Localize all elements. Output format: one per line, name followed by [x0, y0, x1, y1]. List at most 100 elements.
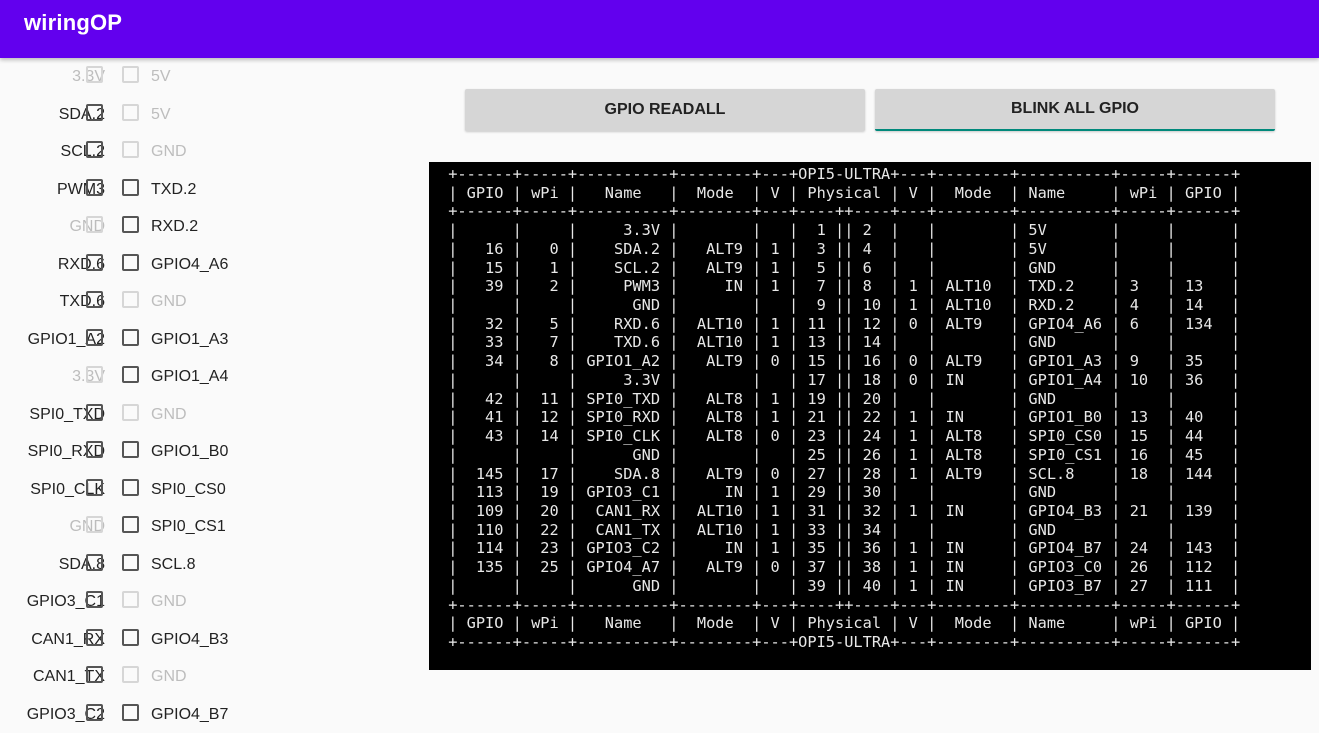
pin-label-right: GPIO4_B7: [151, 706, 228, 724]
pin-row: 3.3V5V: [0, 58, 240, 96]
terminal-line: | 32 | 5 | RXD.6 | ALT10 | 1 | 11 || 12 …: [439, 315, 1240, 333]
terminal-line: | | | GND | | | 9 || 10 | 1 | ALT10 | RX…: [439, 296, 1240, 314]
pin-checkbox-left[interactable]: [86, 179, 103, 196]
pin-checkbox-left: [86, 366, 103, 383]
readall-output-text: +------+-----+----------+--------+---+OP…: [429, 162, 1311, 652]
pin-checkbox-right[interactable]: [122, 554, 139, 571]
terminal-line: | 41 | 12 | SPI0_RXD | ALT8 | 1 | 21 || …: [439, 408, 1240, 426]
pin-checkbox-left[interactable]: [86, 666, 103, 683]
terminal-line: | | | 3.3V | | | 17 || 18 | 0 | IN | GPI…: [439, 371, 1240, 389]
pin-checkbox-right: [122, 404, 139, 421]
pin-label-right: SPI0_CS1: [151, 518, 226, 536]
pin-label-right: SCL.8: [151, 556, 195, 574]
pin-checkbox-right[interactable]: [122, 216, 139, 233]
app-title: wiringOP: [24, 10, 122, 36]
pin-row: 3.3VGPIO1_A4: [0, 358, 240, 396]
app-bar: wiringOP: [0, 0, 1319, 58]
pin-label-right: GND: [151, 293, 187, 311]
terminal-line: +------+-----+----------+--------+---+--…: [439, 596, 1240, 614]
pin-checkbox-right: [122, 666, 139, 683]
terminal-line: | 135 | 25 | GPIO4_A7 | ALT9 | 0 | 37 ||…: [439, 558, 1240, 576]
terminal-line: | GPIO | wPi | Name | Mode | V | Physica…: [439, 614, 1240, 632]
terminal-line: +------+-----+----------+--------+---+OP…: [439, 633, 1240, 651]
pin-checkbox-left: [86, 516, 103, 533]
pin-checkbox-right: [122, 104, 139, 121]
pin-checkbox-right[interactable]: [122, 629, 139, 646]
pin-checkbox-right[interactable]: [122, 366, 139, 383]
pin-checkbox-left: [86, 66, 103, 83]
pin-label-right: GPIO4_B3: [151, 631, 228, 649]
terminal-line: | 114 | 23 | GPIO3_C2 | IN | 1 | 35 || 3…: [439, 539, 1240, 557]
pin-label-right: GND: [151, 143, 187, 161]
terminal-line: | 109 | 20 | CAN1_RX | ALT10 | 1 | 31 ||…: [439, 502, 1240, 520]
terminal-line: | | | GND | | | 25 || 26 | 1 | ALT8 | SP…: [439, 446, 1240, 464]
terminal-line: | 16 | 0 | SDA.2 | ALT9 | 1 | 3 || 4 | |…: [439, 240, 1240, 258]
pin-checkbox-left[interactable]: [86, 629, 103, 646]
pin-row: SDA.25V: [0, 96, 240, 134]
pin-label-right: GPIO1_B0: [151, 443, 228, 461]
pin-checkbox-right: [122, 66, 139, 83]
pin-checkbox-left[interactable]: [86, 441, 103, 458]
pin-checkbox-right[interactable]: [122, 441, 139, 458]
terminal-line: | 145 | 17 | SDA.8 | ALT9 | 0 | 27 || 28…: [439, 465, 1240, 483]
pin-label-right: GPIO1_A4: [151, 368, 228, 386]
terminal-line: | 110 | 22 | CAN1_TX | ALT10 | 1 | 33 ||…: [439, 521, 1240, 539]
terminal-line: +------+-----+----------+--------+---+--…: [439, 202, 1240, 220]
pin-label-right: GND: [151, 593, 187, 611]
pin-label-right: GND: [151, 406, 187, 424]
pin-label-right: GPIO1_A3: [151, 331, 228, 349]
pin-row: GNDRXD.2: [0, 208, 240, 246]
pin-row: SDA.8SCL.8: [0, 546, 240, 584]
pin-checkbox-right: [122, 591, 139, 608]
pin-checkbox-right: [122, 141, 139, 158]
terminal-line: | 43 | 14 | SPI0_CLK | ALT8 | 0 | 23 || …: [439, 427, 1240, 445]
readall-output-terminal: +------+-----+----------+--------+---+OP…: [429, 162, 1311, 670]
terminal-line: | 34 | 8 | GPIO1_A2 | ALT9 | 0 | 15 || 1…: [439, 352, 1240, 370]
pin-row: GNDSPI0_CS1: [0, 508, 240, 546]
pin-checkbox-left[interactable]: [86, 141, 103, 158]
pin-checkbox-left[interactable]: [86, 479, 103, 496]
pin-label-right: TXD.2: [151, 181, 196, 199]
pin-checkbox-left[interactable]: [86, 704, 103, 721]
pin-checkbox-right[interactable]: [122, 329, 139, 346]
terminal-line: | 113 | 19 | GPIO3_C1 | IN | 1 | 29 || 3…: [439, 483, 1240, 501]
pin-checkbox-right[interactable]: [122, 516, 139, 533]
pin-row: PWM3TXD.2: [0, 171, 240, 209]
pin-label-right: GPIO4_A6: [151, 256, 228, 274]
pin-checkbox-left: [86, 216, 103, 233]
terminal-line: | 15 | 1 | SCL.2 | ALT9 | 1 | 5 || 6 | |…: [439, 259, 1240, 277]
pin-label-right: SPI0_CS0: [151, 481, 226, 499]
pin-checkbox-left[interactable]: [86, 591, 103, 608]
pin-row: GPIO1_A2GPIO1_A3: [0, 321, 240, 359]
pin-checkbox-right[interactable]: [122, 254, 139, 271]
pin-checkbox-left[interactable]: [86, 291, 103, 308]
terminal-line: +------+-----+----------+--------+---+OP…: [439, 165, 1240, 183]
pin-checkbox-right[interactable]: [122, 479, 139, 496]
pin-checkbox-list: 3.3V5VSDA.25VSCL.2GNDPWM3TXD.2GNDRXD.2RX…: [0, 58, 240, 733]
pin-row: TXD.6GND: [0, 283, 240, 321]
pin-checkbox-left[interactable]: [86, 254, 103, 271]
pin-checkbox-right[interactable]: [122, 179, 139, 196]
pin-row: SPI0_RXDGPIO1_B0: [0, 433, 240, 471]
pin-row: CAN1_TXGND: [0, 658, 240, 696]
pin-row: SPI0_TXDGND: [0, 396, 240, 434]
pin-row: GPIO3_C1GND: [0, 583, 240, 621]
gpio-readall-button[interactable]: GPIO READALL: [465, 89, 865, 131]
pin-label-right: RXD.2: [151, 218, 198, 236]
pin-row: GPIO3_C2GPIO4_B7: [0, 696, 240, 733]
terminal-line: | 33 | 7 | TXD.6 | ALT10 | 1 | 13 || 14 …: [439, 333, 1240, 351]
pin-checkbox-left[interactable]: [86, 104, 103, 121]
pin-checkbox-left[interactable]: [86, 329, 103, 346]
pin-row: SPI0_CLKSPI0_CS0: [0, 471, 240, 509]
terminal-line: | GPIO | wPi | Name | Mode | V | Physica…: [439, 184, 1240, 202]
pin-checkbox-right[interactable]: [122, 704, 139, 721]
pin-label-right: 5V: [151, 68, 171, 86]
pin-row: CAN1_RXGPIO4_B3: [0, 621, 240, 659]
blink-all-gpio-button[interactable]: BLINK ALL GPIO: [875, 89, 1275, 131]
pin-row: SCL.2GND: [0, 133, 240, 171]
pin-label-right: 5V: [151, 106, 171, 124]
pin-checkbox-right: [122, 291, 139, 308]
terminal-line: | 39 | 2 | PWM3 | IN | 1 | 7 || 8 | 1 | …: [439, 277, 1240, 295]
pin-checkbox-left[interactable]: [86, 554, 103, 571]
pin-checkbox-left[interactable]: [86, 404, 103, 421]
